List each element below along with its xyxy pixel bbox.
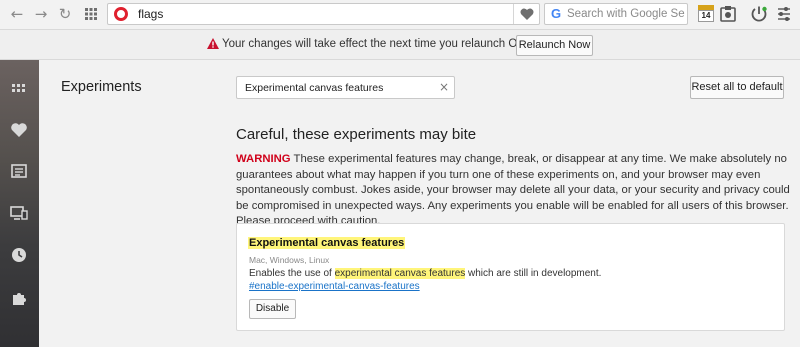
settings-sliders-icon — [778, 7, 790, 21]
reset-all-button[interactable]: Reset all to default — [690, 76, 784, 99]
sidebar — [0, 60, 39, 347]
snapshot-button[interactable] — [719, 5, 737, 23]
search-field[interactable]: G Search with Google Se — [544, 3, 688, 25]
google-icon: G — [551, 6, 562, 21]
opera-logo-icon — [114, 7, 128, 21]
relaunch-now-button[interactable]: Relaunch Now — [516, 35, 593, 56]
heart-icon — [520, 8, 533, 20]
grid-icon — [85, 8, 97, 20]
calendar-badge: 14 — [698, 10, 714, 22]
battery-saver-button[interactable] — [750, 5, 768, 23]
experiment-card: Experimental canvas features Mac, Window… — [236, 223, 785, 331]
speed-dial-grid-button[interactable] — [82, 5, 100, 23]
reload-button[interactable]: ↻ — [56, 5, 74, 23]
warning-text: These experimental features may change, … — [236, 153, 790, 228]
warning-label: WARNING — [236, 153, 291, 165]
sidebar-item-bookmarks[interactable] — [10, 121, 28, 139]
experiments-search-input[interactable] — [237, 77, 437, 98]
calendar-extension-button[interactable]: 14 — [696, 4, 716, 24]
description-highlight: experimental canvas features — [334, 268, 466, 279]
experiment-platforms: Mac, Windows, Linux — [249, 255, 330, 265]
browser-toolbar: ← → ↻ flags G Search with Google Se 14 — [0, 0, 800, 29]
news-icon — [11, 164, 27, 178]
easy-setup-button[interactable] — [775, 5, 793, 23]
page-title: Experiments — [61, 79, 142, 95]
puzzle-icon — [13, 293, 26, 305]
sidebar-item-news[interactable] — [10, 162, 28, 180]
back-button[interactable]: ← — [8, 5, 26, 23]
address-value[interactable]: flags — [138, 7, 163, 21]
sidebar-item-speed-dial[interactable] — [10, 80, 28, 98]
heart-icon — [11, 123, 27, 137]
speed-dial-icon — [12, 84, 25, 92]
experiment-title: Experimental canvas features — [248, 237, 406, 249]
sidebar-item-tabs-sync[interactable] — [10, 204, 28, 222]
clock-icon — [12, 248, 26, 262]
address-bar[interactable]: flags — [107, 3, 540, 25]
power-icon — [751, 6, 767, 22]
camera-icon — [720, 6, 736, 22]
experiment-anchor-link[interactable]: #enable-experimental-canvas-features — [249, 281, 420, 292]
experiments-search-box: × — [236, 76, 455, 99]
relaunch-infobar: Your changes will take effect the next t… — [0, 29, 800, 60]
warning-paragraph: WARNING These experimental features may … — [236, 152, 796, 230]
description-suffix: which are still in development. — [465, 268, 602, 279]
infobar-message: Your changes will take effect the next t… — [222, 38, 544, 50]
bookmark-heart-button[interactable] — [513, 4, 539, 24]
experiments-page: Experiments × Reset all to default Caref… — [39, 60, 800, 347]
search-placeholder[interactable]: Search with Google Se — [567, 8, 685, 20]
disable-experiment-button[interactable]: Disable — [249, 299, 296, 319]
forward-button[interactable]: → — [32, 5, 50, 23]
clear-search-icon[interactable]: × — [439, 80, 449, 94]
description-prefix: Enables the use of — [249, 268, 335, 279]
sidebar-item-history[interactable] — [10, 246, 28, 264]
devices-icon — [10, 206, 28, 220]
sidebar-item-extensions[interactable] — [10, 289, 28, 307]
warning-icon — [207, 38, 219, 49]
experiment-description: Enables the use of experimental canvas f… — [249, 268, 601, 279]
experiments-heading: Careful, these experiments may bite — [236, 126, 477, 143]
